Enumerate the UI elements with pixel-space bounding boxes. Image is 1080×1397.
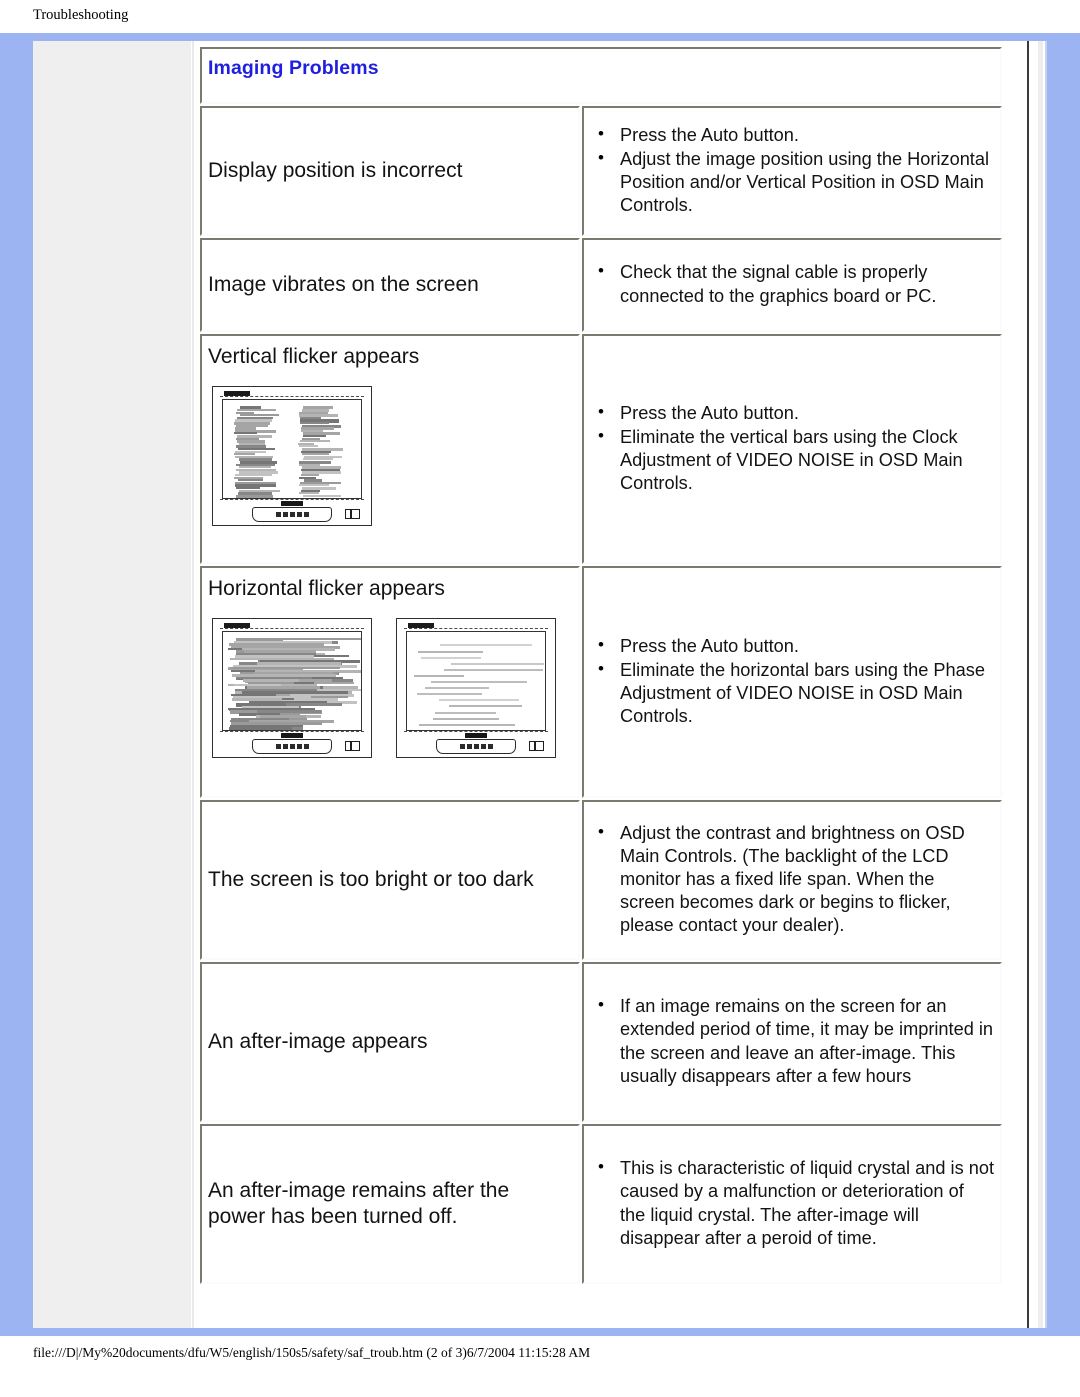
monitor-base-icon (252, 739, 332, 755)
problem-label: Display position is incorrect (208, 158, 463, 182)
section-header-cell: Imaging Problems (200, 47, 1003, 104)
monitor-base-icon (436, 739, 516, 755)
table-row: Display position is incorrect Press the … (200, 106, 1003, 236)
noise-bar (414, 674, 464, 677)
problem-cell: Image vibrates on the screen (200, 238, 580, 332)
noise-bar (236, 494, 274, 498)
table-row: An after-image remains after the power h… (200, 1124, 1003, 1284)
page-header: Troubleshooting (0, 0, 1080, 30)
noise-bar (440, 644, 532, 647)
problem-cell: An after-image appears (200, 962, 580, 1122)
monitor-vertical-noise-icon (212, 386, 372, 527)
list-item: Eliminate the horizontal bars using the … (598, 658, 994, 728)
noise-bar (435, 711, 496, 714)
problem-cell: An after-image remains after the power h… (200, 1124, 580, 1284)
solution-list: Check that the signal cable is properly … (590, 260, 994, 307)
monitor-badge-icon (345, 741, 360, 752)
noise-bar (451, 662, 545, 665)
footer-path: file:///D|/My%20documents/dfu/W5/english… (33, 1345, 591, 1360)
problem-cell: Horizontal flicker appears (200, 566, 580, 798)
problem-label: Horizontal flicker appears (208, 577, 445, 600)
noise-bar (299, 422, 329, 424)
solution-cell: Press the Auto button. Eliminate the hor… (582, 566, 1003, 798)
sidebar-nav-column (33, 41, 192, 1328)
list-item: Adjust the image position using the Hori… (598, 147, 994, 217)
imaging-problems-table: Imaging Problems Display position is inc… (198, 45, 1004, 1286)
monitor-screen (222, 631, 362, 732)
solution-list: Press the Auto button. Adjust the image … (590, 123, 994, 217)
solution-cell: If an image remains on the screen for an… (582, 962, 1003, 1122)
page-footer: file:///D|/My%20documents/dfu/W5/english… (0, 1345, 1080, 1361)
list-item: Check that the signal cable is properly … (598, 260, 994, 307)
solution-list: Press the Auto button. Eliminate the ver… (590, 401, 994, 495)
monitor-illustration-group (212, 618, 572, 759)
noise-bar (444, 668, 544, 671)
list-item: If an image remains on the screen for an… (598, 994, 994, 1087)
noise-bar (417, 693, 482, 696)
solution-list: This is characteristic of liquid crystal… (590, 1156, 994, 1249)
solution-list: Press the Auto button. Eliminate the hor… (590, 634, 994, 728)
page-header-title: Troubleshooting (33, 6, 129, 23)
problem-label: An after-image appears (208, 1029, 428, 1053)
solution-cell: Adjust the contrast and brightness on OS… (582, 800, 1003, 960)
problem-label: Vertical flicker appears (208, 345, 420, 368)
list-item: Press the Auto button. (598, 123, 994, 147)
list-item: Press the Auto button. (598, 634, 994, 658)
solution-list: Adjust the contrast and brightness on OS… (590, 821, 994, 938)
noise-bar (301, 489, 321, 492)
problem-label: An after-image remains after the power h… (208, 1178, 510, 1228)
table-row: Vertical flicker appears • Press the Aut… (200, 334, 1003, 564)
list-item: Press the Auto button. (598, 401, 994, 425)
noise-bar (432, 717, 500, 720)
solution-list: If an image remains on the screen for an… (590, 994, 994, 1087)
noise-bar (421, 656, 481, 659)
noise-bar (299, 411, 329, 414)
problem-cell: Display position is incorrect (200, 106, 580, 236)
noise-bar (438, 699, 520, 702)
table-row: Image vibrates on the screen Check that … (200, 238, 1003, 332)
document-page: Imaging Problems Display position is inc… (33, 41, 1047, 1328)
table-row-header: Imaging Problems (200, 47, 1003, 104)
noise-bar (228, 727, 293, 731)
monitor-screen (406, 631, 546, 732)
main-content-column: Imaging Problems Display position is inc… (192, 41, 1047, 1328)
list-item: Adjust the contrast and brightness on OS… (598, 821, 994, 938)
noise-bar (431, 681, 528, 684)
list-item: Eliminate the vertical bars using the Cl… (598, 425, 994, 495)
problem-cell: The screen is too bright or too dark (200, 800, 580, 960)
monitor-base-icon (252, 507, 332, 523)
monitor-horizontal-noise-light-icon (396, 618, 556, 759)
list-item: This is characteristic of liquid crystal… (598, 1156, 994, 1249)
solution-cell: Press the Auto button. Adjust the image … (582, 106, 1003, 236)
table-row: Horizontal flicker appears • Press the A… (200, 566, 1003, 798)
noise-bar (424, 687, 490, 690)
monitor-dash-top (220, 628, 364, 630)
page-title: Imaging Problems (208, 57, 379, 79)
table-row: An after-image appears If an image remai… (200, 962, 1003, 1122)
monitor-dash-top (404, 628, 548, 630)
monitor-horizontal-noise-heavy-icon (212, 618, 372, 759)
problem-label: Image vibrates on the screen (208, 272, 479, 296)
monitor-illustration-group (212, 386, 572, 527)
monitor-badge-icon (345, 509, 360, 520)
solution-cell: This is characteristic of liquid crystal… (582, 1124, 1003, 1284)
monitor-badge-icon (529, 741, 544, 752)
monitor-screen (222, 399, 362, 500)
monitor-logo-icon (281, 501, 303, 507)
monitor-dash-top (220, 396, 364, 398)
problem-cell: Vertical flicker appears (200, 334, 580, 564)
problem-label: The screen is too bright or too dark (208, 867, 534, 891)
noise-bar (303, 494, 341, 498)
noise-bar (448, 705, 522, 708)
solution-cell: Press the Auto button. Eliminate the ver… (582, 334, 1003, 564)
monitor-logo-icon (281, 733, 303, 739)
noise-bar (417, 650, 484, 653)
document-frame: Imaging Problems Display position is inc… (0, 33, 1080, 1336)
table-row: The screen is too bright or too dark Adj… (200, 800, 1003, 960)
monitor-logo-icon (465, 733, 487, 739)
noise-bar (419, 723, 515, 726)
solution-cell: Check that the signal cable is properly … (582, 238, 1003, 332)
scrollbar-gutter[interactable] (1027, 41, 1047, 1328)
